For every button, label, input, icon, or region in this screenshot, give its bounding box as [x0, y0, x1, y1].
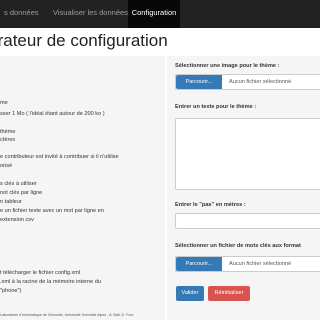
text-field-label: Entrer un texte pour le thème :: [175, 104, 257, 110]
help-line: orisé: [0, 163, 13, 169]
help-line: me: [0, 100, 8, 106]
image-browse-button[interactable]: Parcourir...: [176, 75, 222, 89]
nav-item-visualize-data[interactable]: Visualiser les données: [53, 0, 128, 28]
help-line: n tableur: [0, 199, 22, 205]
keywords-browse-button[interactable]: Parcourir...: [176, 257, 222, 271]
top-navbar: s données Visualiser les données Configu…: [0, 0, 320, 28]
step-input[interactable]: [175, 213, 320, 229]
help-line: ctères: [0, 137, 16, 143]
help-line: .xml à la racine de la mémoire interne d…: [0, 279, 102, 285]
nav-item-data[interactable]: s données: [4, 0, 39, 28]
footer-credits: Laboratoire d'Informatique de Grenoble, …: [0, 313, 134, 317]
help-line: s clés à utiliser: [0, 181, 37, 187]
step-field-label: Entrer le "pas" en mètres :: [175, 202, 246, 208]
help-line: not clés par ligne: [0, 190, 43, 196]
image-field-label: Sélectionner une image pour le thème :: [175, 63, 280, 69]
help-line: t télécharger le fichier config.xml: [0, 270, 81, 276]
help-line: sser 1 Mo ( l'idéal étant autour de 200 …: [0, 111, 105, 117]
help-line: extension csv: [0, 217, 34, 223]
nav-item-configuration[interactable]: Configuration: [128, 0, 180, 28]
keywords-file-status: Aucun fichier sélectionné: [229, 261, 292, 267]
image-file-status: Aucun fichier sélectionné: [229, 79, 292, 85]
help-line: e un fichier texte avec un mot par ligne…: [0, 208, 104, 214]
page-title: Générateur de configuration: [0, 31, 200, 53]
reset-button[interactable]: Réinitialiser: [208, 286, 250, 301]
help-line: "phone"): [0, 288, 22, 294]
page-title-text: Générateur de configuration: [0, 31, 168, 50]
theme-text-area[interactable]: [175, 118, 320, 190]
keywords-file-input[interactable]: Parcourir... Aucun fichier sélectionné: [175, 256, 320, 272]
validate-button[interactable]: Valider: [176, 286, 204, 301]
help-line: thème: [0, 129, 16, 135]
config-form-panel: Sélectionner une image pour le thème : P…: [167, 56, 320, 320]
image-file-input[interactable]: Parcourir... Aucun fichier sélectionné: [175, 74, 320, 90]
help-line: e contributeur est invité à contribuer s…: [0, 154, 119, 160]
help-panel: me sser 1 Mo ( l'idéal étant autour de 2…: [0, 56, 165, 320]
keywords-field-label: Sélectionner un fichier de mots clés aux…: [175, 243, 301, 249]
